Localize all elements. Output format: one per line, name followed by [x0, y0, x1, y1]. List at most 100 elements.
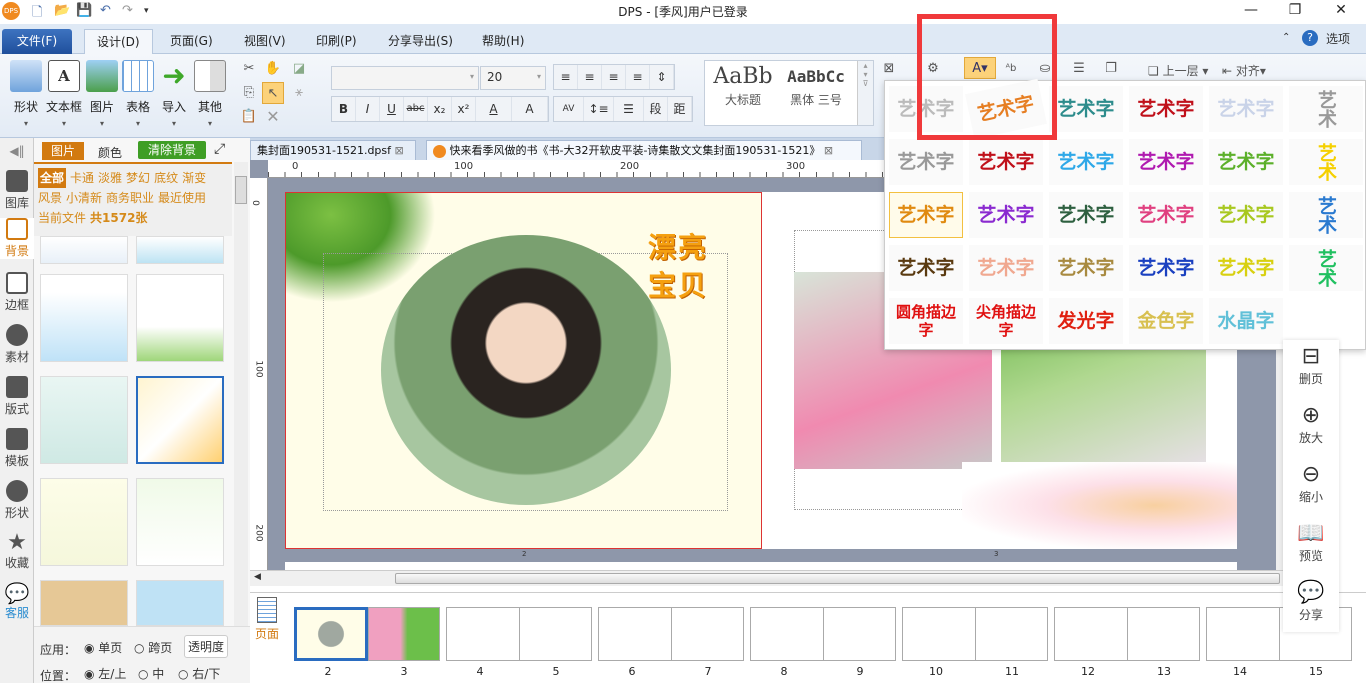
category-business[interactable]: 商务职业	[106, 188, 154, 208]
bg-thumbnail[interactable]	[136, 580, 224, 626]
art-text-style[interactable]: 金色字	[1129, 298, 1203, 344]
minimize-button[interactable]: —	[1236, 2, 1266, 18]
art-text-style[interactable]: 艺术字	[1049, 192, 1123, 238]
nav-shape[interactable]: 形状	[0, 480, 34, 521]
art-text-style[interactable]: 艺术字	[1209, 86, 1283, 132]
thumb-spread[interactable]	[446, 607, 592, 661]
category-recent[interactable]: 最近使用	[158, 188, 206, 208]
radio-bottom-right[interactable]: ○ 右/下	[178, 665, 220, 682]
nav-material[interactable]: 素材	[0, 324, 34, 365]
category-scenery[interactable]: 风景	[38, 188, 62, 208]
paste-icon[interactable]: 📋	[238, 106, 260, 128]
bg-thumbnail[interactable]	[40, 236, 128, 264]
category-elegant[interactable]: 淡雅	[98, 168, 122, 188]
tool-1[interactable]: ⊕ 放大	[1283, 403, 1339, 446]
bg-thumbnail[interactable]	[40, 274, 128, 362]
tab-design[interactable]: 设计(D)	[84, 29, 153, 54]
text-style-gallery[interactable]: AaBb 大标题 AaBbCc 黑体 三号 ▴ ▾ ⊽	[704, 60, 874, 126]
category-texture[interactable]: 底纹	[154, 168, 178, 188]
close-tab-icon[interactable]: ⊠	[395, 144, 404, 157]
style-gallery-scroll[interactable]: ▴ ▾ ⊽	[857, 61, 873, 125]
page-left[interactable]: 漂亮 宝贝	[285, 192, 762, 549]
tab-images[interactable]: 图片	[42, 142, 84, 160]
art-text-style[interactable]: 艺术字	[1129, 86, 1203, 132]
art-text-style[interactable]: 艺术字	[1209, 192, 1283, 238]
char-spacing-button[interactable]: AV	[554, 97, 584, 121]
import-button[interactable]: ➜ 导入 ▾	[156, 60, 192, 129]
art-text-style[interactable]: 艺术字	[1209, 139, 1283, 185]
tab-colors[interactable]: 颜色	[98, 144, 122, 161]
spacing-button[interactable]: 距	[668, 97, 692, 121]
tool-3[interactable]: 📖 预览	[1283, 521, 1339, 564]
clear-background-button[interactable]: 清除背景	[138, 141, 206, 159]
opacity-button[interactable]: 透明度	[184, 635, 229, 658]
tab-share-export[interactable]: 分享导出(S)	[376, 29, 465, 54]
style-heading[interactable]: AaBb 大标题	[709, 63, 777, 108]
radio-spread[interactable]: ○ 跨页	[134, 639, 172, 656]
restore-button[interactable]: ❐	[1280, 2, 1310, 18]
art-text-style[interactable]: 艺术字	[1049, 86, 1123, 132]
art-text-style[interactable]: 艺术	[1289, 86, 1363, 132]
align-right-button[interactable]: ≡	[602, 65, 626, 89]
help-icon[interactable]: ?	[1302, 30, 1318, 46]
tab-page[interactable]: 页面(G)	[158, 29, 225, 54]
scroll-thumb[interactable]	[395, 573, 1280, 584]
hand-icon[interactable]: ✋	[262, 58, 284, 80]
art-text-style[interactable]: 圆角描边字	[889, 298, 963, 344]
art-text-style[interactable]: 艺术	[1289, 192, 1363, 238]
current-file-label[interactable]: 当前文件	[38, 208, 86, 228]
bg-thumbnail[interactable]	[40, 376, 128, 464]
cover-title[interactable]: 漂亮 宝贝	[648, 229, 708, 305]
highlight-color-button[interactable]: A	[512, 97, 548, 121]
thumb-spread[interactable]	[750, 607, 896, 661]
art-text-style[interactable]: 发光字	[1049, 298, 1123, 344]
doc-tab-active[interactable]: 快来看季风做的书《书-大32开软皮平装-诗集散文文集封面190531-1521》…	[426, 140, 862, 160]
close-tab-icon[interactable]: ⊠	[824, 144, 833, 157]
art-text-style[interactable]: 艺术字	[1049, 139, 1123, 185]
art-text-style[interactable]: 艺术字	[889, 245, 963, 291]
magic-wand-icon[interactable]: ⚹	[288, 82, 310, 104]
tool-4[interactable]: 💬 分享	[1283, 580, 1339, 623]
strikethrough-button[interactable]: abc	[404, 97, 428, 121]
tab-file[interactable]: 文件(F)	[2, 29, 72, 54]
close-button[interactable]: ✕	[1326, 2, 1356, 18]
bold-button[interactable]: B	[332, 97, 356, 121]
art-text-style[interactable]: 尖角描边字	[969, 298, 1043, 344]
align-center-button[interactable]: ≡	[578, 65, 602, 89]
columns-button[interactable]: ☰	[614, 97, 644, 121]
horizontal-scrollbar[interactable]: ◀	[250, 570, 1290, 586]
category-all[interactable]: 全部	[38, 168, 67, 188]
nav-gallery[interactable]: 图库	[0, 170, 34, 211]
collapse-panel-icon[interactable]: ◀‖	[0, 144, 34, 158]
art-text-style[interactable]: 艺术字	[1129, 192, 1203, 238]
bring-forward-button[interactable]: ❏ 上一层 ▾	[1148, 62, 1208, 79]
justify-button[interactable]: ≡	[626, 65, 650, 89]
radio-top-left[interactable]: ◉ 左/上	[84, 665, 126, 682]
art-text-style[interactable]: 艺术字	[889, 192, 963, 238]
thumb-page-3[interactable]	[368, 607, 440, 661]
superscript-button[interactable]: x²	[452, 97, 476, 121]
align-left-button[interactable]: ≡	[554, 65, 578, 89]
cut-icon[interactable]: ✂	[238, 58, 260, 80]
expand-icon[interactable]: ⤢	[214, 141, 225, 157]
nav-border[interactable]: 边框	[0, 272, 34, 313]
tool-0[interactable]: ⊟ 删页	[1283, 344, 1339, 387]
subscript-button[interactable]: x₂	[428, 97, 452, 121]
shadow-icon[interactable]: ❐	[1100, 58, 1122, 80]
radio-center[interactable]: ○ 中	[138, 665, 164, 682]
pages-side-tab[interactable]: 页面	[252, 597, 282, 642]
tab-help[interactable]: 帮助(H)	[470, 29, 536, 54]
category-gradient[interactable]: 渐变	[182, 168, 206, 188]
delete-icon[interactable]: ✕	[262, 106, 284, 128]
category-dream[interactable]: 梦幻	[126, 168, 150, 188]
options-menu[interactable]: 选项	[1326, 30, 1350, 47]
distribute-button[interactable]: ⇕	[650, 65, 674, 89]
art-text-style[interactable]: 艺术字	[1049, 245, 1123, 291]
art-text-style[interactable]: 艺术	[1289, 139, 1363, 185]
bg-thumbnail[interactable]	[136, 478, 224, 566]
tab-view[interactable]: 视图(V)	[232, 29, 298, 54]
collapse-ribbon-icon[interactable]: ⌃	[1282, 32, 1290, 43]
crop-icon[interactable]: ◪	[288, 58, 310, 80]
paragraph-button[interactable]: 段	[644, 97, 668, 121]
font-family-select[interactable]: ▾	[331, 66, 479, 90]
